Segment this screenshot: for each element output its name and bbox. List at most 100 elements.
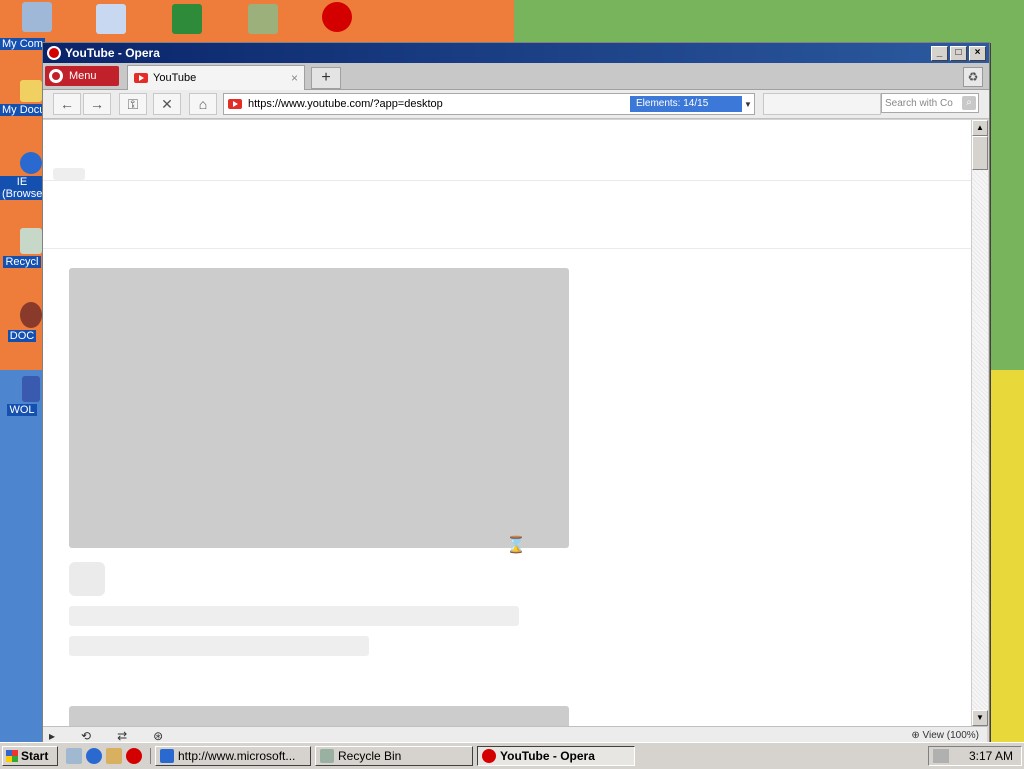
search-icon[interactable]: ⌕: [962, 96, 976, 110]
excel-desktop-icon[interactable]: [172, 4, 202, 36]
document-icon: [20, 302, 42, 328]
quick-launch: [66, 748, 151, 764]
desktop-icon-my-computer[interactable]: My Com: [0, 38, 45, 50]
task-label: http://www.microsoft...: [178, 749, 296, 763]
search-engine-button[interactable]: [763, 93, 881, 115]
network-icon[interactable]: [933, 749, 949, 763]
opera-quicklaunch-icon[interactable]: [126, 748, 142, 764]
tab-youtube[interactable]: YouTube ×: [127, 65, 305, 90]
skeleton-logo: [53, 168, 85, 180]
page-content: [43, 120, 971, 726]
project-desktop-icon[interactable]: [248, 4, 278, 36]
desktop-icon-doc[interactable]: DOC: [0, 302, 44, 342]
opera-window: YouTube - Opera _ □ × Menu YouTube × + ♻…: [42, 42, 990, 744]
recycle-bin-icon: [320, 749, 334, 763]
opera-menu-button[interactable]: Menu: [45, 66, 119, 86]
stop-icon[interactable]: ✕: [153, 93, 181, 115]
chevron-down-icon[interactable]: ▼: [742, 100, 754, 109]
zoom-level[interactable]: ⊕ View (100%): [911, 730, 979, 741]
vertical-scrollbar[interactable]: ▲ ▼: [971, 120, 988, 726]
scroll-down-icon[interactable]: ▼: [972, 710, 988, 726]
close-button[interactable]: ×: [969, 45, 986, 61]
desktop-icon-label: My Docu: [0, 104, 48, 116]
opera-o-icon: [49, 69, 63, 83]
task-opera[interactable]: YouTube - Opera: [477, 746, 635, 766]
start-button[interactable]: Start: [2, 746, 58, 766]
minimize-button[interactable]: _: [931, 45, 948, 61]
skeleton-thumbnail: [69, 268, 569, 548]
printer-desktop-icon[interactable]: [96, 4, 126, 36]
task-recycle-bin[interactable]: Recycle Bin: [315, 746, 473, 766]
opera-logo-icon: [47, 46, 61, 60]
youtube-icon: [134, 73, 148, 83]
scroll-up-icon[interactable]: ▲: [972, 120, 988, 136]
shortcut-icon: [22, 376, 40, 402]
busy-cursor-icon: ⌛: [506, 537, 526, 554]
title-bar[interactable]: YouTube - Opera _ □ ×: [43, 43, 989, 63]
youtube-favicon-icon: [228, 99, 242, 109]
search-input[interactable]: Search with Co ⌕: [881, 93, 979, 113]
clock[interactable]: 3:17 AM: [969, 749, 1013, 763]
system-tray: 3:17 AM: [928, 746, 1022, 766]
skeleton-avatar: [69, 562, 105, 596]
opera-icon: [322, 2, 352, 32]
desktop-icon-label: WOL: [7, 404, 37, 416]
desktop-icon-label: IE (Browse: [0, 176, 44, 200]
desktop-icon-wol[interactable]: WOL: [0, 376, 44, 416]
panel-toggle-icon[interactable]: ▸: [49, 729, 55, 743]
scroll-thumb[interactable]: [972, 136, 988, 170]
excel-icon: [172, 4, 202, 34]
sync-icon[interactable]: ⟲: [81, 729, 91, 743]
home-icon[interactable]: ⌂: [189, 93, 217, 115]
tab-strip: Menu YouTube × + ♻: [43, 63, 989, 90]
taskbar: Start http://www.microsoft... Recycle Bi…: [0, 742, 1024, 769]
url-text[interactable]: https://www.youtube.com/?app=desktop: [248, 98, 630, 110]
desktop-icon-label: My Com: [0, 38, 45, 50]
recycle-bin-icon: [20, 228, 42, 254]
ie-quicklaunch-icon[interactable]: [86, 748, 102, 764]
divider: [43, 248, 971, 249]
close-tab-icon[interactable]: ×: [291, 71, 298, 85]
start-label: Start: [21, 749, 49, 763]
computer-desktop-icon[interactable]: [22, 2, 52, 34]
opera-icon: [482, 749, 496, 763]
back-icon[interactable]: ←: [53, 93, 81, 115]
task-label: YouTube - Opera: [500, 749, 595, 763]
forward-icon[interactable]: →: [83, 93, 111, 115]
key-icon[interactable]: ⚿: [119, 93, 147, 115]
search-placeholder: Search with Co: [885, 97, 953, 109]
turbo-icon[interactable]: ⊛: [153, 729, 163, 743]
folder-icon: [20, 80, 42, 102]
desktop-icon-recycle[interactable]: Recycl: [0, 228, 44, 268]
printer-icon: [96, 4, 126, 34]
show-desktop-icon[interactable]: [66, 748, 82, 764]
desktop-icon-my-documents[interactable]: My Docu: [0, 80, 48, 116]
address-bar[interactable]: https://www.youtube.com/?app=desktop Ele…: [223, 93, 755, 115]
menu-label: Menu: [69, 70, 97, 82]
windows-logo-icon: [6, 750, 18, 762]
task-label: Recycle Bin: [338, 749, 402, 763]
project-icon: [248, 4, 278, 34]
explorer-quicklaunch-icon[interactable]: [106, 748, 122, 764]
share-icon[interactable]: ⇄: [117, 729, 127, 743]
zoom-label: View (100%): [922, 730, 979, 741]
skeleton-meta-line: [69, 636, 369, 656]
ie-icon: [160, 749, 174, 763]
window-title: YouTube - Opera: [65, 46, 160, 60]
divider: [43, 180, 971, 181]
task-microsoft[interactable]: http://www.microsoft...: [155, 746, 311, 766]
skeleton-title-line: [69, 606, 519, 626]
elements-counter[interactable]: Elements: 14/15: [630, 96, 742, 112]
new-tab-button[interactable]: +: [311, 67, 341, 89]
navigation-toolbar: ← → ⚿ ✕ ⌂ https://www.youtube.com/?app=d…: [43, 90, 989, 119]
desktop-icon-label: DOC: [7, 330, 37, 342]
opera-desktop-icon[interactable]: [320, 2, 354, 34]
maximize-button[interactable]: □: [950, 45, 967, 61]
tab-title: YouTube: [153, 72, 197, 84]
desktop-icon-ie[interactable]: IE (Browse: [0, 152, 44, 200]
trash-icon[interactable]: ♻: [963, 67, 983, 87]
skeleton-thumbnail: [69, 706, 569, 726]
ie-icon: [20, 152, 42, 174]
desktop-icon-label: Recycl: [3, 256, 41, 268]
computer-icon: [22, 2, 52, 32]
